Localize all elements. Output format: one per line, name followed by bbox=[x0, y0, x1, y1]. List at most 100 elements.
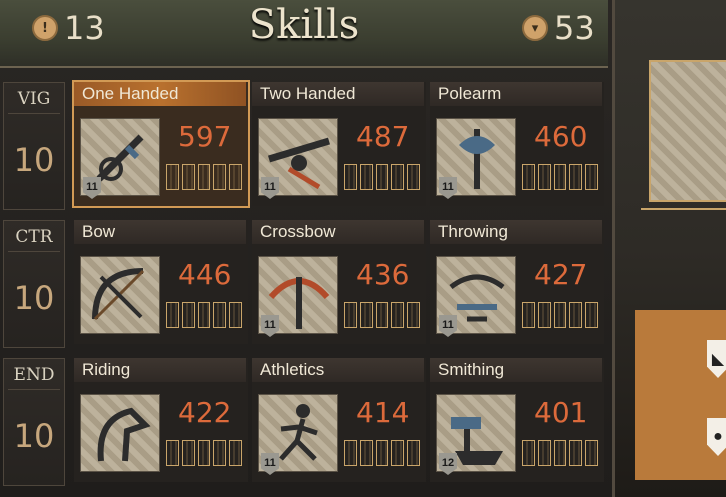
focus-bars bbox=[166, 164, 242, 190]
skill-card-athletics[interactable]: Athletics 11 414 bbox=[252, 358, 426, 482]
skill-value: 401 bbox=[534, 396, 588, 429]
attribute-divider bbox=[8, 389, 60, 390]
focus-bar bbox=[181, 164, 195, 190]
focus-bar bbox=[391, 440, 405, 466]
focus-bar bbox=[537, 164, 551, 190]
focus-bar bbox=[537, 440, 551, 466]
focus-bar bbox=[375, 440, 389, 466]
focus-bar bbox=[197, 440, 211, 466]
focus-bar bbox=[522, 440, 535, 466]
skill-card-bow[interactable]: Bow 446 bbox=[74, 220, 248, 344]
skill-value: 414 bbox=[356, 396, 410, 429]
attribute-value: 10 bbox=[13, 279, 55, 317]
focus-bar bbox=[407, 302, 420, 328]
skill-value: 597 bbox=[178, 120, 232, 153]
crossbow-icon: 11 bbox=[258, 256, 338, 337]
focus-bar bbox=[391, 302, 405, 328]
attribute-name: END bbox=[13, 365, 55, 385]
focus-points-value: 53 bbox=[554, 9, 595, 47]
detail-divider bbox=[641, 208, 726, 210]
attribute-divider bbox=[8, 113, 60, 114]
focus-bar bbox=[375, 302, 389, 328]
focus-badge: 11 bbox=[83, 177, 101, 199]
focus-point-icon: ▾ bbox=[522, 15, 548, 41]
skill-name: Bow bbox=[74, 220, 246, 244]
focus-bar bbox=[391, 164, 405, 190]
focus-bar bbox=[181, 302, 195, 328]
focus-bar bbox=[407, 440, 420, 466]
skill-card-throwing[interactable]: Throwing 11 427 bbox=[430, 220, 604, 344]
attribute-control[interactable]: CTR 10 bbox=[3, 220, 65, 348]
bow-icon bbox=[80, 256, 160, 334]
focus-bar bbox=[344, 302, 357, 328]
focus-bar bbox=[359, 302, 373, 328]
skill-value: 460 bbox=[534, 120, 588, 153]
focus-bar bbox=[359, 164, 373, 190]
attribute-value: 10 bbox=[13, 141, 55, 179]
focus-bars bbox=[166, 440, 242, 466]
skill-name: One Handed bbox=[74, 82, 246, 106]
skill-name: Athletics bbox=[252, 358, 424, 382]
skill-card-crossbow[interactable]: Crossbow 11 436 bbox=[252, 220, 426, 344]
focus-bars bbox=[344, 164, 420, 190]
focus-badge: 11 bbox=[439, 177, 457, 199]
focus-bars bbox=[166, 302, 242, 328]
focus-bar bbox=[553, 164, 567, 190]
one-handed-icon: 11 bbox=[80, 118, 160, 199]
skills-header: ! 13 Skills ▾ 53 bbox=[0, 0, 608, 68]
skill-value: 422 bbox=[178, 396, 232, 429]
skill-value: 427 bbox=[534, 258, 588, 291]
attribute-endurance[interactable]: END 10 bbox=[3, 358, 65, 486]
skill-name: Riding bbox=[74, 358, 246, 382]
focus-bar bbox=[359, 440, 373, 466]
skill-name: Crossbow bbox=[252, 220, 424, 244]
focus-bar bbox=[522, 302, 535, 328]
skill-name: Polearm bbox=[430, 82, 602, 106]
attribute-value: 10 bbox=[13, 417, 55, 455]
focus-bar bbox=[229, 440, 242, 466]
skill-card-two-handed[interactable]: Two Handed 11 487 bbox=[252, 82, 426, 206]
focus-bar bbox=[569, 440, 583, 466]
skill-name: Throwing bbox=[430, 220, 602, 244]
focus-badge: 11 bbox=[261, 177, 279, 199]
focus-bars bbox=[344, 302, 420, 328]
polearm-icon: 11 bbox=[436, 118, 516, 199]
skill-card-smithing[interactable]: Smithing 12 401 bbox=[430, 358, 604, 482]
attribute-divider bbox=[8, 251, 60, 252]
attribute-name: VIG bbox=[17, 89, 51, 109]
focus-bar bbox=[553, 440, 567, 466]
focus-bar bbox=[344, 440, 357, 466]
skill-card-one-handed[interactable]: One Handed 11 597 bbox=[74, 82, 248, 206]
smithing-icon: 12 bbox=[436, 394, 516, 475]
focus-bar bbox=[166, 302, 179, 328]
focus-bars bbox=[522, 302, 598, 328]
skill-card-polearm[interactable]: Polearm 11 460 bbox=[430, 82, 604, 206]
skill-card-riding[interactable]: Riding 422 bbox=[74, 358, 248, 482]
focus-bar bbox=[569, 164, 583, 190]
focus-bars bbox=[522, 164, 598, 190]
skill-value: 436 bbox=[356, 258, 410, 291]
skill-value: 446 bbox=[178, 258, 232, 291]
focus-bar bbox=[537, 302, 551, 328]
focus-bar bbox=[213, 302, 227, 328]
focus-bar bbox=[585, 440, 598, 466]
focus-bar bbox=[166, 440, 179, 466]
throwing-icon: 11 bbox=[436, 256, 516, 337]
focus-bar bbox=[166, 164, 179, 190]
athletics-icon: 11 bbox=[258, 394, 338, 475]
focus-points-display: ▾ 53 bbox=[522, 8, 595, 48]
focus-bar bbox=[197, 164, 211, 190]
focus-bar bbox=[522, 164, 535, 190]
skill-value: 487 bbox=[356, 120, 410, 153]
skill-detail-panel: ◣ ● bbox=[612, 0, 726, 497]
focus-bar bbox=[569, 302, 583, 328]
focus-bar bbox=[407, 164, 420, 190]
focus-bar bbox=[229, 302, 242, 328]
attribute-vigor[interactable]: VIG 10 bbox=[3, 82, 65, 210]
focus-badge: 11 bbox=[261, 315, 279, 337]
skill-name: Two Handed bbox=[252, 82, 424, 106]
focus-badge: 11 bbox=[439, 315, 457, 337]
focus-bar bbox=[213, 440, 227, 466]
focus-badge: 12 bbox=[439, 453, 457, 475]
focus-bar bbox=[213, 164, 227, 190]
